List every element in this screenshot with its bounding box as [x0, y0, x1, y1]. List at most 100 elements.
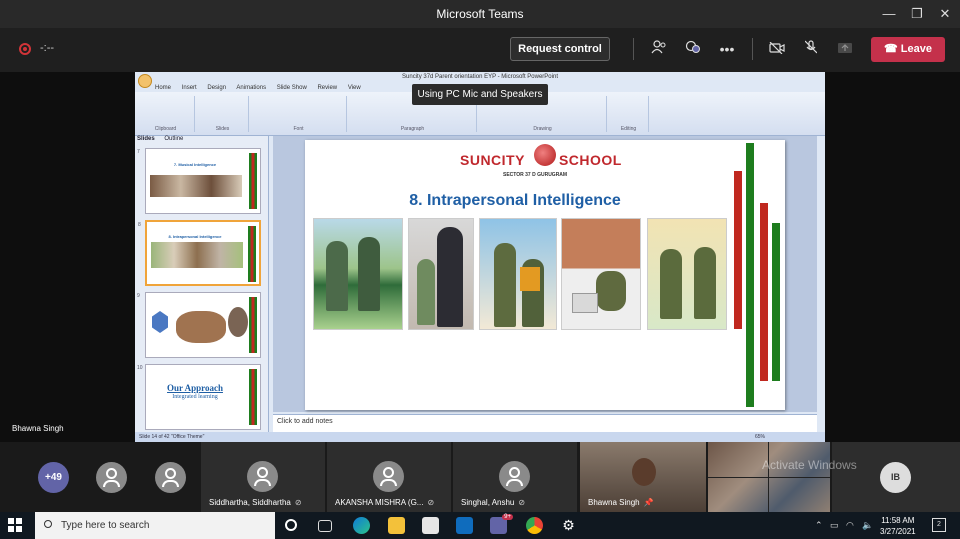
overflow-participants-button[interactable]: +49 — [38, 462, 69, 493]
school-logo-subtitle: SECTOR 37 D GURUGRAM — [503, 172, 568, 178]
participant-video-tile — [708, 442, 830, 512]
search-placeholder: Type here to search — [61, 520, 150, 531]
ppt-ribbon-tabs: Home Insert Design Animations Slide Show… — [155, 85, 370, 91]
teams-icon[interactable]: 9+ — [490, 514, 513, 534]
teams-badge: 9+ — [502, 514, 513, 520]
thumbnail-bars — [249, 297, 257, 353]
mic-off-icon: ⊘ — [294, 498, 302, 507]
windows-taskbar: Type here to search 9+ ⚙ ⌃ ▭ ◠ 🔈 11:58 A… — [0, 512, 960, 539]
slide-thumbnail-selected: 8 8. Intrapersonal Intelligence — [138, 220, 261, 286]
participant-avatar — [499, 461, 530, 492]
file-explorer-icon[interactable] — [388, 517, 405, 534]
chat-icon[interactable] — [682, 38, 704, 60]
search-icon — [44, 520, 52, 528]
participant-tile: Singhal, Anshu ⊘ — [453, 442, 577, 512]
thumbnail-bars — [248, 226, 256, 282]
participants-icon[interactable] — [648, 38, 670, 60]
ppt-status-text: Slide 14 of 42 "Office Theme" — [139, 434, 205, 440]
shared-powerpoint-window: Suncity 37d Parent orientation EYP - Mic… — [135, 72, 825, 442]
cortana-icon[interactable] — [285, 519, 297, 531]
participant-avatar — [155, 462, 186, 493]
thumbnail-bars — [249, 369, 257, 425]
clock-time: 11:58 AM — [881, 516, 915, 525]
windows-start-icon[interactable] — [8, 518, 23, 533]
ribbon-group-editing: Editing — [609, 96, 649, 132]
task-view-icon[interactable] — [318, 520, 332, 532]
slides-pane: Slides Outline 7 7. Musical Intelligence… — [135, 136, 269, 432]
chrome-icon[interactable] — [526, 517, 543, 534]
slide-thumbnail: 7 7. Musical Intelligence — [137, 148, 261, 214]
settings-gear-icon[interactable]: ⚙ — [560, 517, 577, 534]
title-bar: Microsoft Teams — ❐ ✕ — [0, 0, 960, 28]
clock-date: 3/27/2021 — [880, 527, 916, 536]
thumbnail-hexagon — [152, 311, 168, 333]
notifications-icon[interactable]: 2 — [932, 518, 946, 532]
edge-icon[interactable] — [353, 517, 370, 534]
tab-slide-show: Slide Show — [276, 85, 307, 91]
meeting-toolbar: -:-- Request control ••• ☎ Leave — [0, 28, 960, 72]
pane-tab-outline: Outline — [164, 136, 184, 142]
participant-avatar — [96, 462, 127, 493]
store-icon[interactable] — [422, 517, 439, 534]
participant-name: Bhawna Singh — [588, 498, 640, 507]
classroom-photo — [313, 218, 403, 330]
decorative-bar — [759, 202, 769, 382]
meeting-timer: -:-- — [40, 42, 55, 54]
tab-animations: Animations — [236, 85, 267, 91]
mic-off-icon[interactable] — [800, 38, 822, 60]
window-title: Microsoft Teams — [436, 7, 524, 21]
participant-tile: IB — [832, 442, 960, 512]
audio-tooltip: Using PC Mic and Speakers — [412, 84, 548, 105]
decorative-bar — [733, 170, 743, 330]
restore-button[interactable]: ❐ — [904, 4, 930, 24]
thumbnail-photos — [176, 311, 226, 343]
thumbnail-photos — [150, 175, 242, 197]
mail-icon[interactable] — [456, 517, 473, 534]
recording-icon — [19, 43, 31, 55]
slide-heading: 8. Intrapersonal Intelligence — [409, 192, 621, 209]
mic-off-icon: ⊘ — [427, 498, 435, 507]
participant-tile: AKANSHA MISHRA (G... ⊘ — [327, 442, 451, 512]
request-control-button[interactable]: Request control — [510, 37, 610, 61]
participant-initials: IB — [880, 462, 911, 493]
slide-thumbnail: 9 — [137, 292, 261, 358]
taskbar-clock[interactable]: 11:58 AM 3/27/2021 — [880, 515, 916, 537]
activate-windows-watermark: Activate Windows — [762, 458, 857, 472]
tray-wifi-icon[interactable]: ◠ — [846, 520, 854, 531]
classroom-photo — [647, 218, 727, 330]
ppt-window-title: Suncity 37d Parent orientation EYP - Mic… — [402, 74, 558, 80]
tray-volume-icon[interactable]: 🔈 — [862, 520, 873, 531]
share-tray-icon[interactable] — [834, 38, 856, 60]
taskbar-search-box[interactable]: Type here to search — [35, 512, 275, 539]
thumbnail-bars — [249, 153, 257, 209]
ppt-status-bar: Slide 14 of 42 "Office Theme" 65% — [135, 432, 825, 442]
mic-off-icon: ⊘ — [518, 498, 526, 507]
participant-avatar — [373, 461, 404, 492]
tray-chevron-up-icon[interactable]: ⌃ — [815, 520, 823, 531]
classroom-photo — [561, 218, 641, 330]
ppt-zoom-level: 65% — [754, 434, 765, 440]
office-button-icon — [138, 74, 152, 88]
camera-off-icon[interactable] — [766, 38, 788, 60]
pane-tabs: Slides Outline — [137, 136, 183, 142]
more-actions-icon[interactable]: ••• — [716, 38, 738, 60]
ribbon-group-slides: Slides — [197, 96, 249, 132]
phone-hangup-icon: ☎ — [884, 43, 898, 55]
classroom-photo — [479, 218, 557, 330]
tab-review: Review — [317, 85, 338, 91]
tab-insert: Insert — [181, 85, 197, 91]
slide-thumbnail: 10 Our Approach Integrated learning — [137, 364, 261, 430]
tray-network-icon[interactable]: ▭ — [830, 520, 839, 531]
decorative-bar — [771, 222, 781, 382]
leave-button[interactable]: ☎ Leave — [871, 37, 945, 62]
classroom-photo — [408, 218, 474, 330]
thumbnail-photos — [151, 242, 243, 268]
minimize-button[interactable]: — — [876, 4, 902, 24]
participant-name: Siddhartha, Siddhartha — [209, 498, 291, 507]
close-button[interactable]: ✕ — [932, 4, 958, 24]
current-slide: SUNCITY SCHOOL SECTOR 37 D GURUGRAM 8. In… — [305, 140, 785, 410]
toolbar-divider — [633, 38, 634, 60]
presenter-name: Bhawna Singh — [12, 424, 64, 433]
tab-view: View — [347, 85, 361, 91]
tab-design: Design — [207, 85, 227, 91]
